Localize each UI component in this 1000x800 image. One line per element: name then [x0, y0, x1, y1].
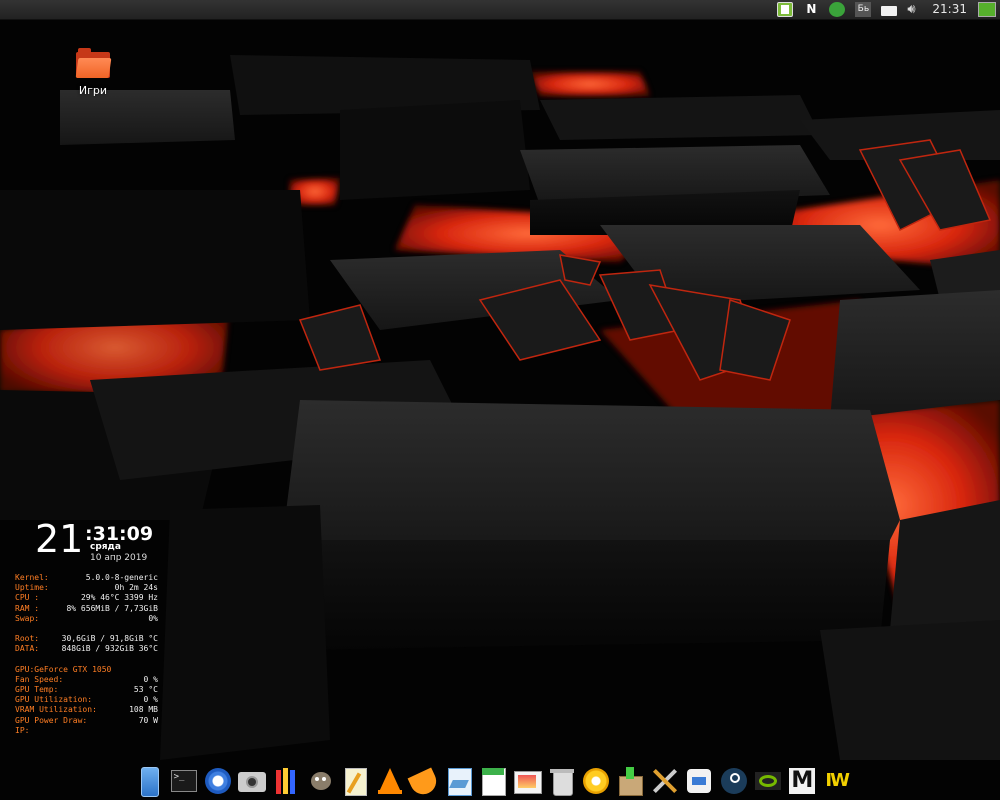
gpu-key: IP: [15, 725, 30, 735]
wm-app-icon[interactable]: IW [822, 766, 852, 796]
keyboard-layout-icon[interactable]: Бь [855, 2, 872, 17]
tools-icon[interactable] [650, 766, 680, 796]
screenshot-icon[interactable] [237, 766, 267, 796]
desktop-icon-label: Игри [78, 84, 108, 97]
conky-clock-hours: 21 [35, 517, 84, 561]
gpu-row: GPU Utilization: 0 % [15, 695, 158, 705]
disk-value: 30,6GiB / 91,8GiB °C [61, 634, 158, 644]
system-settings-icon[interactable] [684, 766, 714, 796]
stat-value: 0% [148, 613, 158, 623]
draw-icon[interactable] [444, 766, 474, 796]
stat-value: 5.0.0-8-generic [85, 573, 158, 582]
stat-value: 8% 656MiB / 7,73GiB [66, 603, 158, 613]
panel-clock[interactable]: 21:31 [932, 0, 967, 19]
gpu-value: 0 % [143, 695, 158, 705]
gpu-key: Fan Speed: [15, 674, 64, 684]
conky-date: 10 апр 2019 [90, 553, 148, 563]
desktop-icon-games[interactable]: Игри [64, 48, 122, 97]
text-editor-icon[interactable] [340, 766, 370, 796]
stat-value: 0h 2m 24s [114, 583, 158, 593]
stat-key: Uptime: [15, 583, 49, 593]
gpu-row: GPU Power Draw: 70 W [15, 716, 158, 726]
stat-row: Uptime: 0h 2m 24s [15, 583, 158, 593]
trash-icon[interactable] [547, 766, 577, 796]
mail-icon[interactable] [881, 5, 898, 16]
orange-slice-icon[interactable] [407, 766, 441, 799]
terminal-icon[interactable]: >_ [169, 766, 199, 796]
nvidia-icon[interactable] [753, 766, 783, 796]
gpu-row: IP: [15, 726, 158, 736]
gpu-value: 53 °C [133, 685, 158, 695]
stat-row: Swap: 0% [15, 614, 158, 624]
stat-key: CPU : [15, 593, 40, 603]
gpu-key: VRAM Utilization: [15, 705, 97, 715]
gpu-row: GPU Temp: 53 °C [15, 685, 158, 695]
browser-icon[interactable] [203, 766, 233, 796]
disk-key: Root: [15, 634, 40, 644]
gimp-icon[interactable] [306, 766, 336, 796]
volume-icon[interactable]: 🔊︎ [907, 2, 923, 17]
gpu-value: 70 W [138, 715, 158, 725]
gpu-key: GPU Utilization: [15, 695, 93, 705]
stat-row: RAM : 8% 656MiB / 7,73GiB [15, 604, 158, 614]
gpu-value: 0 % [143, 674, 158, 684]
steam-icon[interactable] [719, 766, 749, 796]
conky-stats: Kernel: 5.0.0-8-generic Uptime: 0h 2m 24s … [15, 573, 158, 736]
stat-key: Swap: [15, 613, 40, 623]
disk-value: 848GiB / 932GiB 36°C [61, 644, 158, 654]
notifier-icon[interactable]: N [803, 2, 819, 17]
system-tray: N Бь 🔊︎ 21:31 [772, 0, 1000, 19]
pencils-icon[interactable] [272, 766, 302, 796]
software-install-icon[interactable] [615, 766, 645, 796]
file-manager-icon[interactable] [134, 766, 164, 797]
gpu-title-row: GPU:GeForce GTX 1050 [15, 665, 158, 675]
m-app-icon[interactable]: M [787, 766, 817, 796]
disk-row: DATA: 848GiB / 932GiB 36°C [15, 644, 158, 654]
gpu-value: 108 MB [129, 705, 158, 715]
conky-weekday: сряда [90, 542, 121, 552]
gpu-row: VRAM Utilization: 108 MB [15, 705, 158, 715]
notes-icon[interactable] [478, 766, 508, 796]
stat-value: 29% 46°C 3399 Hz [80, 593, 158, 603]
disk-key: DATA: [15, 644, 40, 654]
conky-clock-minutes: :31:09 [85, 523, 154, 545]
pastebin-icon[interactable] [777, 2, 794, 17]
folder-icon [75, 48, 112, 78]
gpu-key: GPU Power Draw: [15, 715, 88, 725]
stat-key: RAM : [15, 603, 40, 613]
gpu-row: Fan Speed: 0 % [15, 675, 158, 685]
disk-row: Root: 30,6GiB / 91,8GiB °C [15, 634, 158, 644]
settings-gear-icon[interactable] [581, 766, 611, 796]
dock: >_ M IW [132, 763, 854, 799]
monitor-icon[interactable] [978, 2, 996, 17]
gpu-title: GPU:GeForce GTX 1050 [15, 664, 112, 674]
update-manager-icon[interactable] [829, 2, 846, 17]
stat-row: Kernel: 5.0.0-8-generic [15, 573, 158, 583]
stat-key: Kernel: [15, 573, 49, 582]
gpu-key: GPU Temp: [15, 685, 59, 695]
image-viewer-icon[interactable] [512, 766, 543, 796]
vlc-icon[interactable] [375, 766, 405, 796]
stat-row: CPU : 29% 46°C 3399 Hz [15, 593, 158, 603]
top-panel: N Бь 🔊︎ 21:31 [0, 0, 1000, 20]
